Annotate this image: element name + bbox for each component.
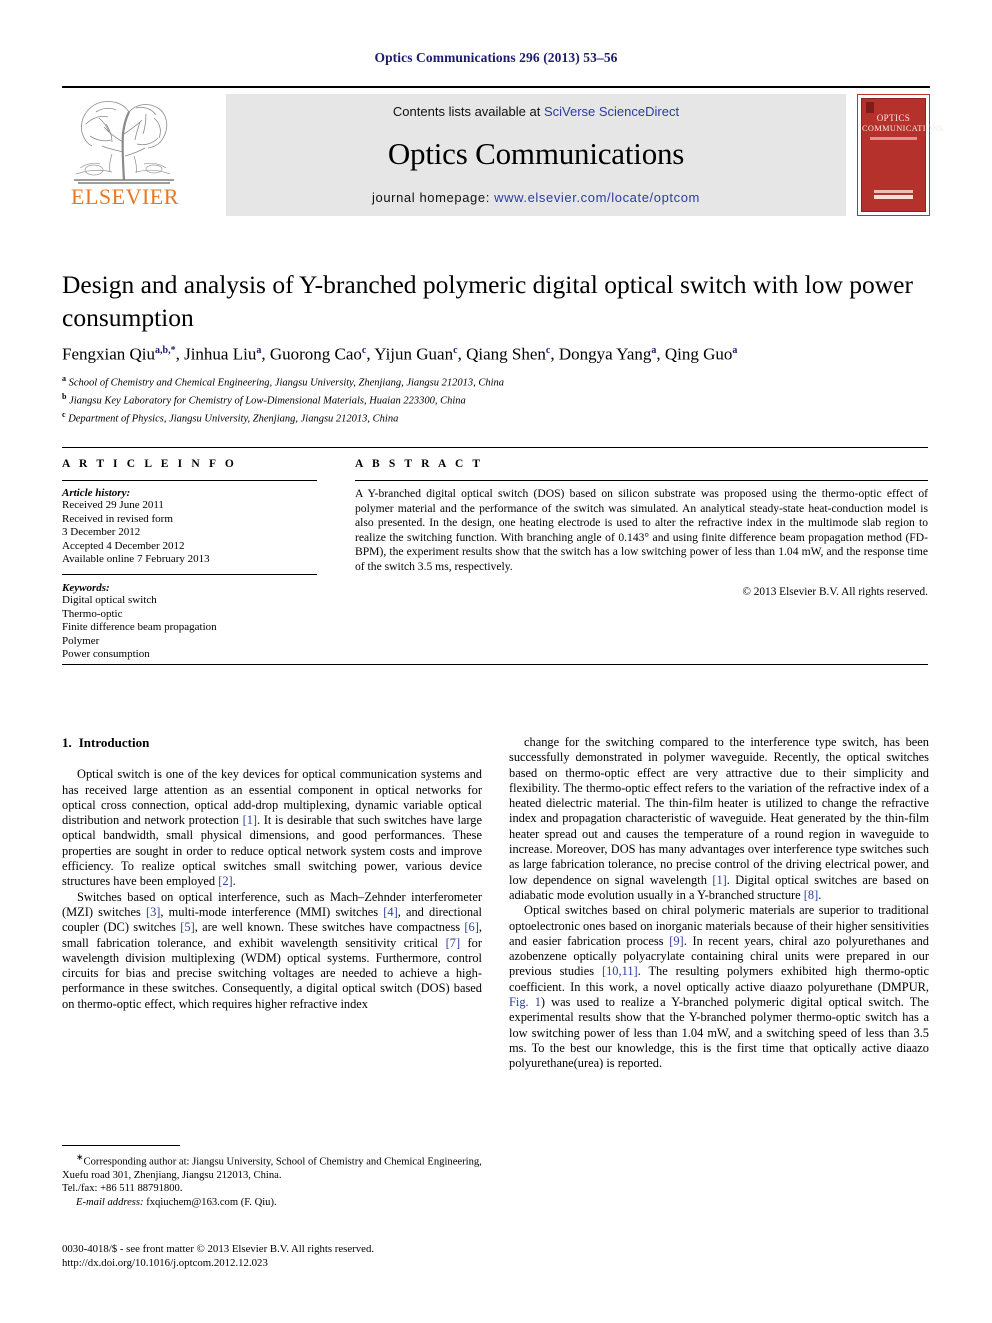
imprint-block: 0030-4018/$ - see front matter © 2013 El…: [62, 1242, 532, 1270]
journal-banner: Contents lists available at SciVerse Sci…: [226, 94, 846, 216]
citation-link[interactable]: [3]: [146, 905, 160, 919]
author-name: Yijun Guan: [374, 344, 454, 364]
running-head: Optics Communications 296 (2013) 53–56: [374, 50, 618, 65]
elsevier-wordmark: ELSEVIER: [71, 184, 179, 209]
cover-title-line1: OPTICS: [876, 113, 911, 123]
keyword-item: Polymer: [62, 634, 100, 647]
citation-link[interactable]: [5]: [180, 920, 194, 934]
footnote-divider: [62, 1145, 180, 1146]
citation-link[interactable]: [2]: [218, 874, 232, 888]
author-name: Qiang Shen: [466, 344, 546, 364]
author-name: Guorong Cao: [269, 344, 362, 364]
citation-link[interactable]: [9]: [669, 934, 683, 948]
affiliation-item: c Department of Physics, Jiangsu Univers…: [62, 410, 399, 425]
section-number: 1.: [62, 735, 72, 750]
article-history-item: Available online 7 February 2013: [62, 553, 210, 566]
author-affiliation-marker: c: [453, 345, 458, 356]
abstract-heading: A B S T R A C T: [355, 458, 484, 470]
section-title: Introduction: [78, 735, 150, 750]
author-name: Fengxian Qiu: [62, 344, 156, 364]
corresponding-author-footnote: ∗Corresponding author at: Jiangsu Univer…: [62, 1145, 482, 1209]
corresponding-author-value: Corresponding author at: Jiangsu Univers…: [62, 1156, 482, 1181]
citation-link[interactable]: [1]: [712, 873, 726, 887]
body-paragraph: change for the switching compared to the…: [509, 735, 929, 902]
article-page: Optics Communications 296 (2013) 53–56 E…: [0, 0, 992, 1323]
keywords-section: Keywords: Digital optical switch Thermo-o…: [62, 573, 317, 662]
divider: [355, 480, 928, 481]
cover-footer-marks: [874, 190, 913, 201]
contents-list-line: Contents lists available at SciVerse Sci…: [226, 104, 846, 119]
article-info-column: A R T I C L E I N F O Article history: R…: [62, 458, 317, 662]
body-paragraph: Optical switches based on chiral polymer…: [509, 903, 929, 1071]
homepage-prefix: journal homepage:: [372, 190, 495, 205]
divider: [62, 480, 317, 481]
keywords-lines: Digital optical switch Thermo-optic Finite…: [62, 594, 317, 662]
article-history-item: Received 29 June 2011: [62, 499, 164, 511]
article-history-label: Article history:: [62, 487, 131, 499]
email-value[interactable]: fxqiuchem@163.com (F. Qiu).: [146, 1197, 276, 1208]
right-column-paragraphs: change for the switching compared to the…: [509, 735, 929, 1072]
abstract-text: A Y-branched digital optical switch (DOS…: [355, 487, 928, 573]
email-line: E-mail address: fxqiuchem@163.com (F. Qi…: [62, 1196, 482, 1209]
figure-link[interactable]: Fig. 1: [509, 995, 541, 1009]
elsevier-logo: ELSEVIER: [62, 94, 190, 216]
keywords-label: Keywords:: [62, 581, 110, 594]
body-paragraph: Optical switch is one of the key devices…: [62, 767, 482, 889]
journal-homepage-line: journal homepage: www.elsevier.com/locat…: [226, 190, 846, 205]
corresponding-author-text: ∗Corresponding author at: Jiangsu Univer…: [62, 1151, 482, 1182]
cover-subtitle-bar: [870, 137, 917, 140]
article-history-item: Received in revised form: [62, 512, 173, 525]
author-name: Jinhua Liu: [184, 344, 257, 364]
author-affiliation-marker: a: [256, 345, 262, 356]
doi-line[interactable]: http://dx.doi.org/10.1016/j.optcom.2012.…: [62, 1256, 532, 1270]
cover-title-line2: COMMUNICATIONS: [862, 124, 944, 133]
email-label: E-mail address:: [76, 1196, 144, 1208]
article-history-item: 3 December 2012: [62, 526, 141, 539]
journal-masthead: ELSEVIER Contents lists available at Sci…: [62, 86, 944, 218]
affiliation-item: a School of Chemistry and Chemical Engin…: [62, 374, 505, 389]
article-info-heading: A R T I C L E I N F O: [62, 458, 237, 470]
author-affiliation-marker: a,b,*: [155, 345, 176, 356]
citation-link[interactable]: [8]: [804, 888, 818, 902]
page-title: Design and analysis of Y-branched polyme…: [62, 270, 913, 332]
abstract-column: A B S T R A C T A Y-branched digital opt…: [355, 458, 928, 598]
copyright-line: © 2013 Elsevier B.V. All rights reserved…: [742, 585, 928, 598]
author-affiliation-marker: a: [732, 345, 738, 356]
cover-flag-mark: [866, 102, 874, 113]
section-heading: 1. Introduction: [62, 735, 482, 750]
author-affiliation-marker: a: [651, 345, 657, 356]
author-name: Qing Guo: [664, 344, 733, 364]
elsevier-tree-icon: [74, 101, 174, 184]
left-column-paragraphs: Optical switch is one of the key devices…: [62, 767, 482, 1012]
author-list: Fengxian Qiua,b,*, Jinhua Liua, Guorong …: [62, 344, 738, 364]
contents-prefix: Contents lists available at: [392, 104, 544, 119]
article-history-lines: Received 29 June 2011 Received in revised…: [62, 499, 317, 567]
keyword-item: Power consumption: [62, 648, 150, 661]
article-history-item: Accepted 4 December 2012: [62, 539, 185, 552]
keyword-item: Digital optical switch: [62, 593, 157, 606]
affiliation-item: b Jiangsu Key Laboratory for Chemistry o…: [62, 392, 466, 407]
keyword-item: Thermo-optic: [62, 607, 123, 620]
body-column-left: 1. Introduction Optical switch is one of …: [62, 735, 482, 1012]
telephone-fax: Tel./fax: +86 511 88791800.: [62, 1183, 183, 1195]
author-name: Dongya Yang: [558, 344, 652, 364]
journal-title: Optics Communications: [387, 136, 685, 171]
citation-link[interactable]: [6]: [464, 920, 478, 934]
author-affiliation-marker: c: [545, 345, 551, 356]
sciencedirect-link[interactable]: SciVerse ScienceDirect: [544, 104, 679, 119]
issn-copyright-line: 0030-4018/$ - see front matter © 2013 El…: [62, 1243, 375, 1255]
body-paragraph: Switches based on optical interference, …: [62, 889, 483, 1011]
citation-link[interactable]: [1]: [243, 813, 257, 827]
body-column-right: change for the switching compared to the…: [509, 735, 929, 1072]
info-abstract-block: A R T I C L E I N F O Article history: R…: [62, 447, 928, 665]
citation-link[interactable]: [10,11]: [602, 964, 638, 978]
keyword-item: Finite difference beam propagation: [62, 621, 217, 634]
author-affiliation-marker: c: [361, 345, 367, 356]
citation-link[interactable]: [4]: [383, 905, 397, 919]
journal-homepage-link[interactable]: www.elsevier.com/locate/optcom: [494, 190, 700, 205]
asterisk-icon: ∗: [76, 1152, 84, 1162]
citation-link[interactable]: [7]: [446, 936, 460, 950]
affiliation-list: a School of Chemistry and Chemical Engin…: [62, 372, 762, 426]
journal-cover-thumbnail: OPTICS COMMUNICATIONS: [857, 94, 944, 216]
